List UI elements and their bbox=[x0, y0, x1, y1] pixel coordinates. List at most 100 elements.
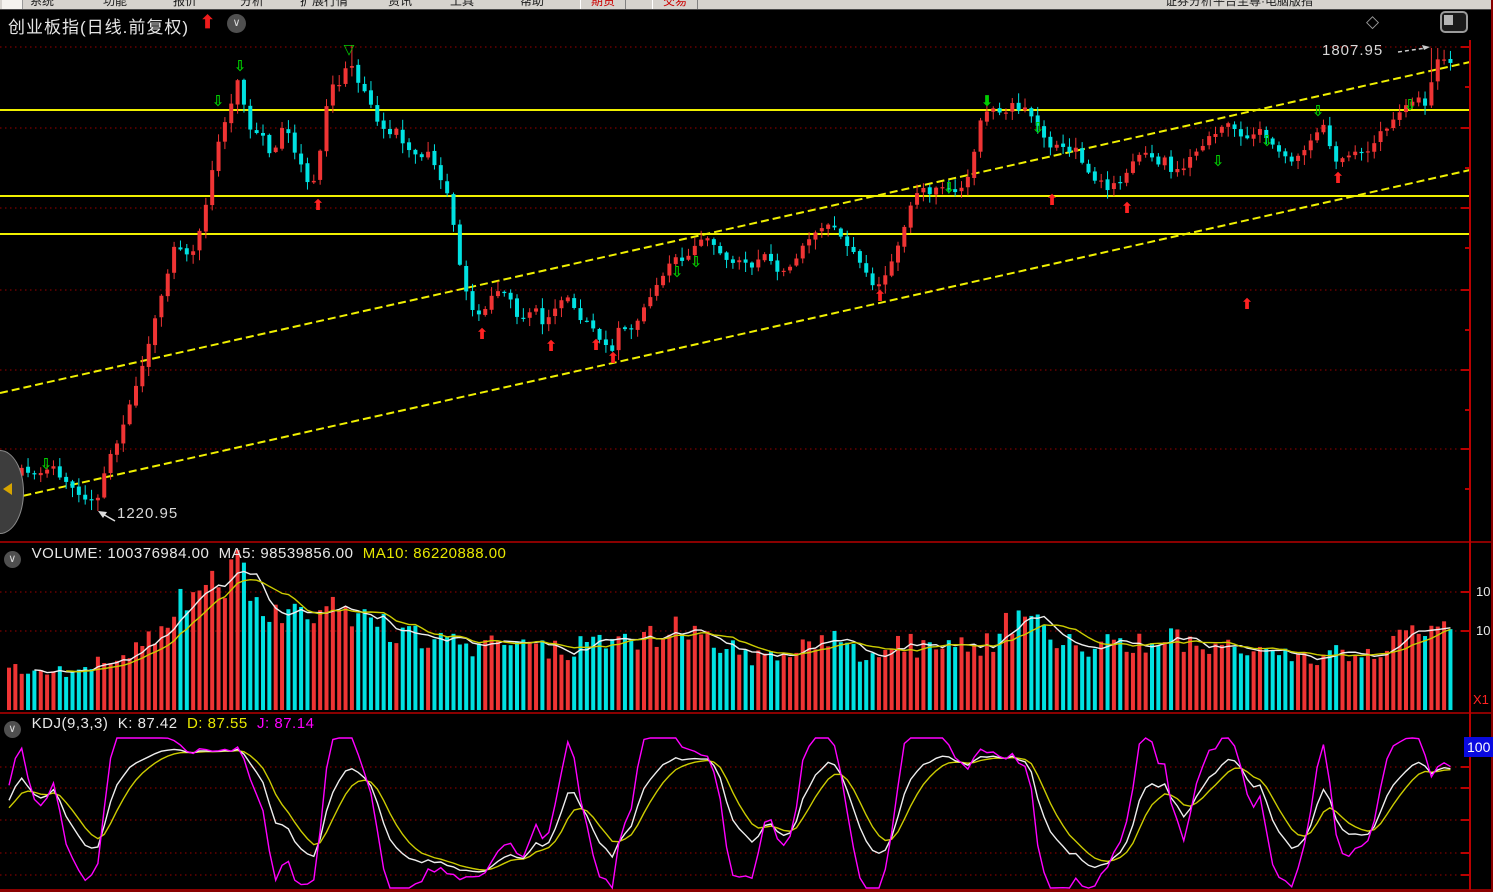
volume-bar bbox=[521, 639, 525, 710]
volume-bar bbox=[1309, 664, 1313, 710]
candle-body bbox=[344, 68, 348, 84]
volume-bar bbox=[921, 640, 925, 710]
volume-bar bbox=[1315, 665, 1319, 710]
candle-body bbox=[1372, 143, 1376, 152]
candle-body bbox=[559, 300, 563, 308]
candle-body bbox=[655, 285, 659, 296]
candle-body bbox=[661, 276, 665, 285]
candle-body bbox=[267, 135, 271, 153]
candle-body bbox=[490, 296, 494, 310]
candle-body bbox=[58, 466, 62, 477]
candle-body bbox=[1360, 152, 1364, 153]
volume-bar bbox=[871, 653, 875, 710]
volume-bar bbox=[471, 656, 475, 710]
candle-body bbox=[750, 263, 754, 268]
candle-body bbox=[464, 266, 468, 291]
volume-bar bbox=[1423, 636, 1427, 710]
candle-body bbox=[972, 152, 976, 178]
candle-body bbox=[902, 227, 906, 247]
candle-body bbox=[1137, 155, 1141, 162]
volume-bar bbox=[1004, 613, 1008, 710]
volume-bar bbox=[775, 660, 779, 710]
candle-body bbox=[1106, 179, 1110, 190]
candle-body bbox=[960, 188, 964, 191]
candle-body bbox=[928, 187, 932, 194]
volume-bar bbox=[331, 597, 335, 710]
volume-bar bbox=[356, 613, 360, 710]
volume-bar bbox=[1194, 646, 1198, 710]
volume-bar bbox=[1264, 648, 1268, 710]
candle-body bbox=[109, 454, 113, 473]
chart-canvas[interactable]: ⬆⬆⬆⬆⬆⬆⬆⬆⬆⬆⇩⇩⇩⇩⇩⇩⇩⇩⇩⇩⇩⬇▽ bbox=[0, 0, 1493, 892]
sell-solid-arrow-icon: ⬇ bbox=[981, 92, 994, 110]
volume-bar bbox=[667, 635, 671, 710]
sell-arrow-icon: ⇩ bbox=[943, 179, 956, 197]
candle-body bbox=[1131, 161, 1135, 173]
volume-bar bbox=[528, 642, 532, 710]
volume-bar bbox=[191, 592, 195, 710]
sell-arrow-icon: ⇩ bbox=[1032, 119, 1045, 137]
candle-body bbox=[350, 66, 354, 68]
candle-body bbox=[1214, 134, 1218, 137]
candle-body bbox=[890, 261, 894, 275]
candle-body bbox=[540, 308, 544, 324]
high-price-label: 1807.95 bbox=[1322, 42, 1383, 59]
sell-arrow-icon: ⇩ bbox=[1404, 96, 1417, 114]
volume-bar bbox=[375, 627, 379, 710]
candle-body bbox=[432, 151, 436, 165]
volume-bar bbox=[1144, 653, 1148, 710]
candle-body bbox=[1201, 146, 1205, 150]
candle-body bbox=[1239, 129, 1243, 136]
candle-body bbox=[547, 317, 551, 324]
buy-arrow-icon: ⬆ bbox=[1332, 169, 1345, 187]
volume-bar bbox=[426, 648, 430, 710]
candle-body bbox=[210, 170, 214, 205]
volume-bar bbox=[896, 636, 900, 710]
volume-bar bbox=[401, 628, 405, 710]
candle-body bbox=[420, 154, 424, 157]
high-annotation-arrowhead bbox=[1422, 45, 1430, 50]
candle-body bbox=[166, 274, 170, 296]
candle-body bbox=[998, 108, 1002, 112]
volume-bar bbox=[147, 631, 151, 710]
volume-bar bbox=[337, 610, 341, 710]
candle-body bbox=[255, 130, 259, 133]
candle-body bbox=[325, 106, 329, 151]
volume-bar bbox=[1347, 661, 1351, 710]
candle-body bbox=[528, 312, 532, 318]
volume-label: VOLUME: bbox=[32, 545, 103, 562]
candle-body bbox=[1074, 148, 1078, 152]
candle-body bbox=[483, 309, 487, 315]
volume-bar bbox=[280, 623, 284, 710]
chevron-down-icon[interactable]: ∨ bbox=[4, 551, 21, 568]
candle-body bbox=[477, 310, 481, 314]
candle-body bbox=[280, 128, 284, 149]
volume-bar bbox=[267, 622, 271, 710]
volume-bar bbox=[750, 665, 754, 710]
volume-bar bbox=[731, 640, 735, 710]
candle-body bbox=[1391, 120, 1395, 128]
volume-bar bbox=[394, 643, 398, 710]
candle-body bbox=[1341, 158, 1345, 162]
volume-bar bbox=[312, 623, 316, 710]
candle-body bbox=[839, 229, 843, 237]
candle-body bbox=[191, 251, 195, 255]
sell-arrow-icon: ⇩ bbox=[234, 57, 247, 75]
volume-bar bbox=[788, 657, 792, 710]
candle-body bbox=[979, 120, 983, 151]
candle-body bbox=[134, 386, 138, 406]
top-triangle-icon: ▽ bbox=[344, 42, 355, 58]
candle-body bbox=[648, 297, 652, 306]
candle-body bbox=[39, 473, 43, 475]
candle-body bbox=[382, 121, 386, 129]
k-label: K: bbox=[118, 715, 133, 732]
volume-bar bbox=[51, 671, 55, 710]
volume-bar bbox=[26, 674, 30, 710]
volume-bar bbox=[712, 648, 716, 710]
volume-bar bbox=[363, 609, 367, 710]
candle-body bbox=[471, 291, 475, 310]
chevron-down-icon[interactable]: ∨ bbox=[4, 721, 21, 738]
volume-bar bbox=[744, 650, 748, 710]
volume-bar bbox=[1410, 625, 1414, 710]
candle-body bbox=[1233, 124, 1237, 129]
